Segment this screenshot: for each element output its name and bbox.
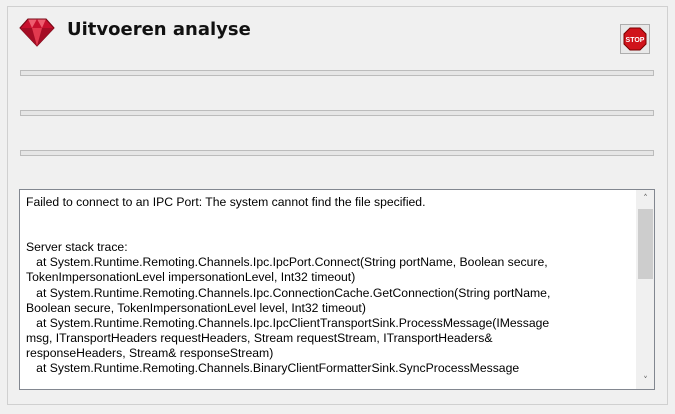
progress-bar-3 [20,150,654,156]
progress-bar-1 [20,70,654,76]
scroll-down-icon[interactable]: ˅ [637,372,654,389]
scroll-up-icon[interactable]: ˄ [637,190,654,207]
progress-bar-2 [20,110,654,116]
log-text: Failed to connect to an IPC Port: The sy… [26,195,551,376]
stop-sign-icon: STOP [623,27,647,51]
dialog-title: Uitvoeren analyse [67,19,251,40]
stop-button[interactable]: STOP [620,24,650,54]
stop-label: STOP [626,37,645,44]
log-textbox[interactable]: Failed to connect to an IPC Port: The sy… [19,189,655,390]
vertical-scrollbar[interactable]: ˄ ˅ [636,190,654,389]
ruby-gem-icon [19,18,55,47]
scroll-thumb[interactable] [638,209,653,279]
